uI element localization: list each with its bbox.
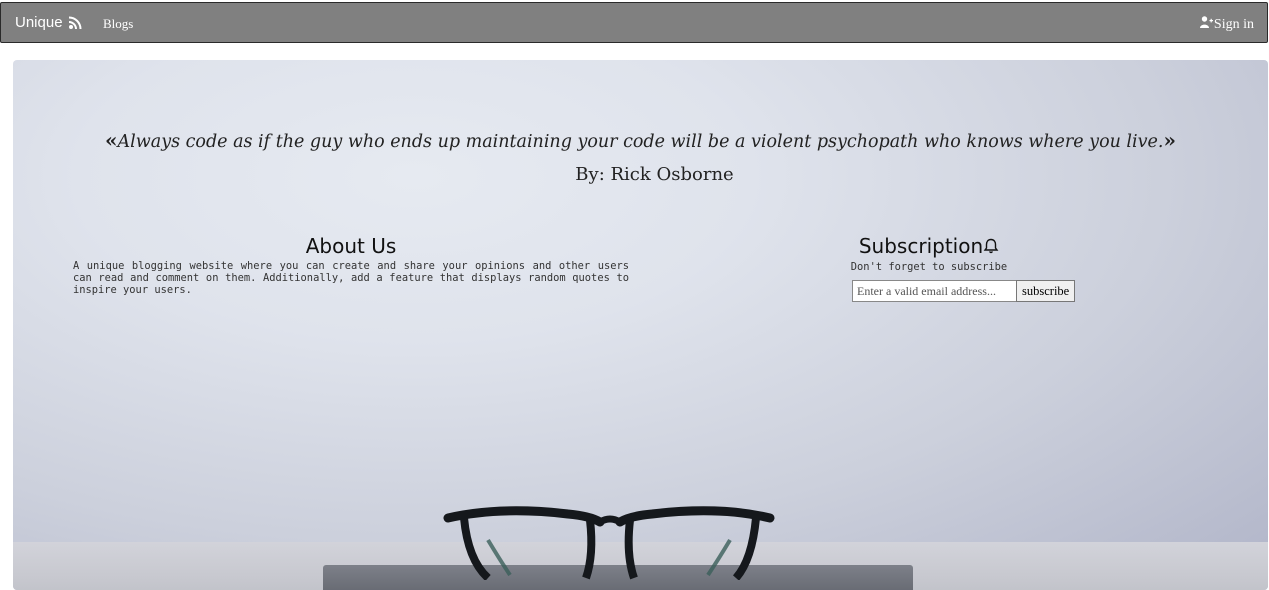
bell-icon [983,234,999,258]
signin-link[interactable]: Sign in [1199,16,1254,33]
subscription-section: Subscription Don't forget to subscribe s… [836,234,1076,302]
about-title: About Us [305,234,397,258]
quote-body: Always code as if the guy who ends up ma… [117,132,1164,152]
email-input[interactable] [852,280,1017,302]
subscription-title: Subscription [836,234,1022,258]
quote-close-mark: » [1163,128,1176,152]
subscription-subtitle: Don't forget to subscribe [850,261,1008,273]
user-plus-icon [1199,16,1213,33]
subscribe-form: subscribe [852,280,1076,302]
brand-name: Unique [15,14,63,31]
subscribe-button[interactable]: subscribe [1016,280,1076,302]
quote-open-mark: « [105,128,118,152]
eyeglasses-image [443,506,775,580]
hero-section: «Always code as if the guy who ends up m… [13,60,1268,590]
quote-author: By: Rick Osborne [575,164,734,185]
about-text: A unique blogging website where you can … [73,260,629,296]
about-section: About Us A unique blogging website where… [73,234,629,296]
signin-label: Sign in [1213,16,1254,32]
subscription-title-text: Subscription [858,234,984,258]
brand-link[interactable]: Unique [15,14,83,31]
rss-icon [67,15,83,31]
nav-link-blogs[interactable]: Blogs [103,16,133,32]
top-navbar: Unique Blogs Sign in [0,2,1268,43]
quote-text: «Always code as if the guy who ends up m… [13,128,1268,152]
